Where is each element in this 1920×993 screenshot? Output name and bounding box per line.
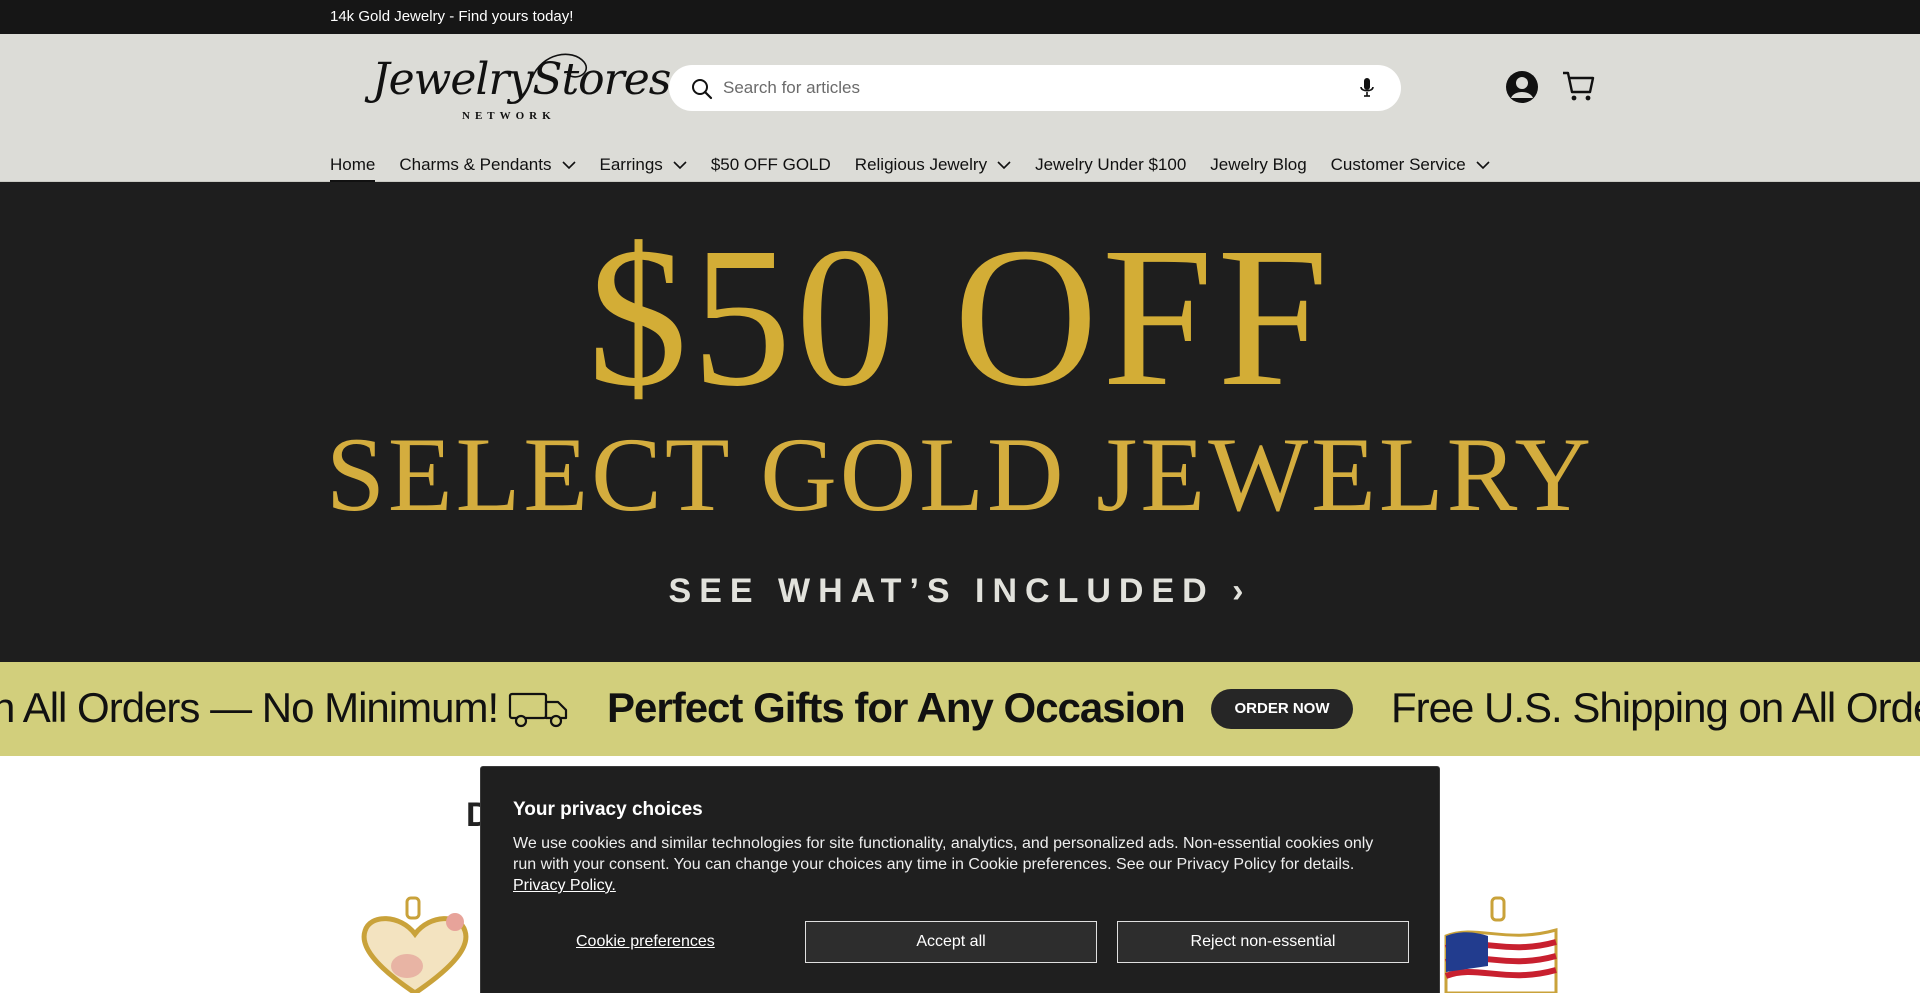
hero-banner[interactable]: $50 OFF SELECT GOLD JEWELRY SEE WHAT’S I… <box>0 182 1920 662</box>
site-logo[interactable]: JewelryStores NETWORK <box>372 50 671 130</box>
marquee-text-left: n All Orders — No Minimum! <box>0 684 499 731</box>
nav-item-jewelry-blog[interactable]: Jewelry Blog <box>1210 150 1306 180</box>
main-nav: Home Charms & Pendants Earrings $50 OFF … <box>330 150 1514 182</box>
nav-item-label: $50 OFF GOLD <box>710 155 831 174</box>
nav-item-label: Jewelry Blog <box>1210 155 1307 174</box>
logo-subtitle: NETWORK <box>462 110 556 122</box>
search-bar[interactable] <box>669 65 1401 111</box>
chevron-down-icon <box>997 155 1011 175</box>
chevron-down-icon <box>1476 155 1490 175</box>
marquee-text-center: Perfect Gifts for Any Occasion <box>607 684 1186 731</box>
product-image-heart-pendant[interactable] <box>355 896 475 993</box>
nav-item-home[interactable]: Home <box>330 150 376 182</box>
nav-item-label: Charms & Pendants <box>399 155 552 174</box>
account-icon[interactable] <box>1505 70 1539 104</box>
nav-item-label: Earrings <box>599 155 663 174</box>
hero-subheadline: SELECT GOLD JEWELRY <box>325 416 1595 533</box>
accept-all-button[interactable]: Accept all <box>805 921 1097 963</box>
nav-item-charms-pendants[interactable]: Charms & Pendants <box>399 150 576 180</box>
cookie-body: We use cookies and similar technologies … <box>513 833 1393 896</box>
nav-item-label: Customer Service <box>1330 155 1466 174</box>
cookie-preferences-button[interactable]: Cookie preferences <box>576 933 715 951</box>
hero-cta-link[interactable]: SEE WHAT’S INCLUDED › <box>0 572 1920 611</box>
nav-item-jewelry-under-100[interactable]: Jewelry Under $100 <box>1035 150 1186 180</box>
announcement-bar: 14k Gold Jewelry - Find yours today! <box>0 0 1920 34</box>
chevron-down-icon <box>673 155 687 175</box>
logo-wordmark: JewelryStores <box>372 54 671 105</box>
order-now-button[interactable]: ORDER NOW <box>1211 689 1353 729</box>
chevron-down-icon <box>561 155 576 175</box>
cart-icon[interactable] <box>1561 68 1597 104</box>
search-icon[interactable] <box>691 78 713 105</box>
cookie-body-text: We use cookies and similar technologies … <box>513 835 1374 873</box>
hero-headline: $50 OFF <box>587 207 1333 428</box>
nav-item-50-off-gold[interactable]: $50 OFF GOLD <box>711 150 831 180</box>
nav-item-earrings[interactable]: Earrings <box>600 150 687 180</box>
delivery-truck-icon <box>508 690 570 735</box>
marquee-text-right: Free U.S. Shipping on All Orders <box>1391 684 1920 731</box>
announcement-text[interactable]: 14k Gold Jewelry - Find yours today! <box>330 8 573 25</box>
nav-item-label: Home <box>330 155 376 174</box>
reject-non-essential-button[interactable]: Reject non-essential <box>1117 921 1409 963</box>
cookie-consent-banner: Your privacy choices We use cookies and … <box>480 766 1440 993</box>
nav-item-label: Jewelry Under $100 <box>1035 155 1187 174</box>
nav-item-religious-jewelry[interactable]: Religious Jewelry <box>855 150 1011 180</box>
search-input[interactable] <box>723 73 1323 103</box>
nav-item-customer-service[interactable]: Customer Service <box>1331 150 1490 180</box>
product-image-flag-pendant[interactable] <box>1436 896 1566 993</box>
privacy-policy-link[interactable]: Privacy Policy. <box>513 877 616 894</box>
cookie-title: Your privacy choices <box>513 799 703 820</box>
promo-marquee: n All Orders — No Minimum! Perfect Gifts… <box>0 662 1920 756</box>
site-header: JewelryStores NETWORK Home Charms & Pend… <box>0 34 1920 182</box>
microphone-icon[interactable] <box>1359 77 1375 104</box>
nav-item-label: Religious Jewelry <box>854 155 988 174</box>
